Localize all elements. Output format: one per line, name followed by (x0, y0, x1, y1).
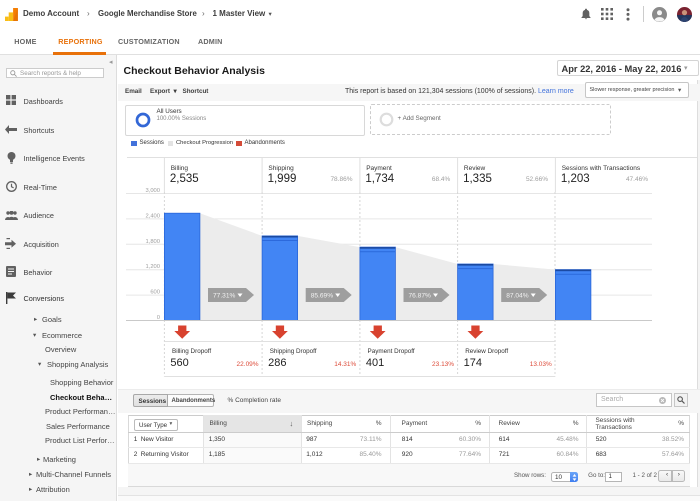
svg-text:2,400: 2,400 (145, 213, 160, 219)
svg-text:77.31%: 77.31% (213, 293, 236, 300)
svg-text:1,800: 1,800 (145, 239, 160, 245)
svg-text:76.87%: 76.87% (409, 293, 432, 300)
svg-text:85.69%: 85.69% (311, 293, 334, 300)
svg-text:87.04%: 87.04% (506, 293, 529, 300)
svg-text:3,000: 3,000 (145, 188, 160, 194)
svg-text:600: 600 (150, 290, 160, 296)
svg-text:1,200: 1,200 (145, 264, 160, 270)
